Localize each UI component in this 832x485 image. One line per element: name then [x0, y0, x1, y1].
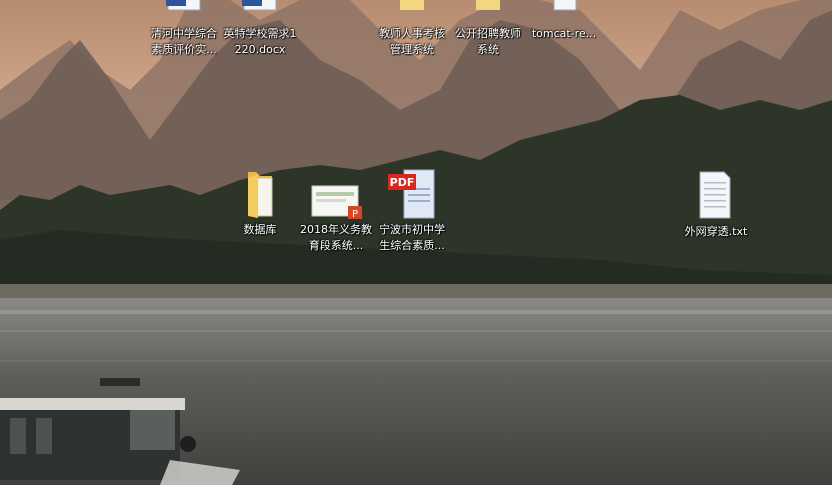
- powerpoint-icon: P: [310, 168, 362, 220]
- desktop-icon-recruit[interactable]: 公开招聘教师系统: [450, 0, 526, 58]
- shortcut-icon: [386, 0, 438, 24]
- folder-icon: [234, 168, 286, 220]
- pdf-badge-text: PDF: [390, 176, 415, 189]
- desktop-icon-label: 清河中学综合素质评价实...: [151, 27, 217, 56]
- desktop-icon-label: 公开招聘教师系统: [455, 27, 521, 56]
- desktop-icon-2018-ppt[interactable]: P 2018年义务教育段系统...: [298, 168, 374, 254]
- word-doc-icon: [158, 0, 210, 24]
- desktop-icon-label: 外网穿透.txt: [684, 225, 748, 238]
- file-icon: [538, 0, 590, 24]
- desktop-icon-yingte-docx[interactable]: 英特学校需求1220.docx: [222, 0, 298, 58]
- desktop-icon-label: 宁波市初中学生综合素质...: [379, 223, 445, 252]
- desktop-icon-qinghe-doc[interactable]: 清河中学综合素质评价实...: [146, 0, 222, 58]
- desktop-icon-ningbo-pdf[interactable]: PDF 宁波市初中学生综合素质...: [374, 168, 450, 254]
- desktop-icon-label: 2018年义务教育段系统...: [300, 223, 372, 252]
- desktop-icon-database-folder[interactable]: 数据库: [222, 168, 298, 238]
- desktop-icon-teacher-hr[interactable]: 教师人事考核管理系统: [374, 0, 450, 58]
- ppt-badge-text: P: [352, 209, 358, 220]
- desktop-icon-waiwang-txt[interactable]: 外网穿透.txt: [678, 170, 754, 240]
- desktop-icon-label: 教师人事考核管理系统: [379, 27, 445, 56]
- desktop-icon-label: 英特学校需求1220.docx: [223, 27, 297, 56]
- pdf-icon: PDF: [386, 168, 438, 220]
- text-file-icon: [690, 170, 742, 222]
- desktop-icon-tomcat[interactable]: tomcat-re...: [526, 0, 602, 42]
- word-doc-icon: [234, 0, 286, 24]
- desktop-icon-label: 数据库: [243, 223, 277, 236]
- desktop-icon-label: tomcat-re...: [531, 27, 597, 40]
- shortcut-icon: [462, 0, 514, 24]
